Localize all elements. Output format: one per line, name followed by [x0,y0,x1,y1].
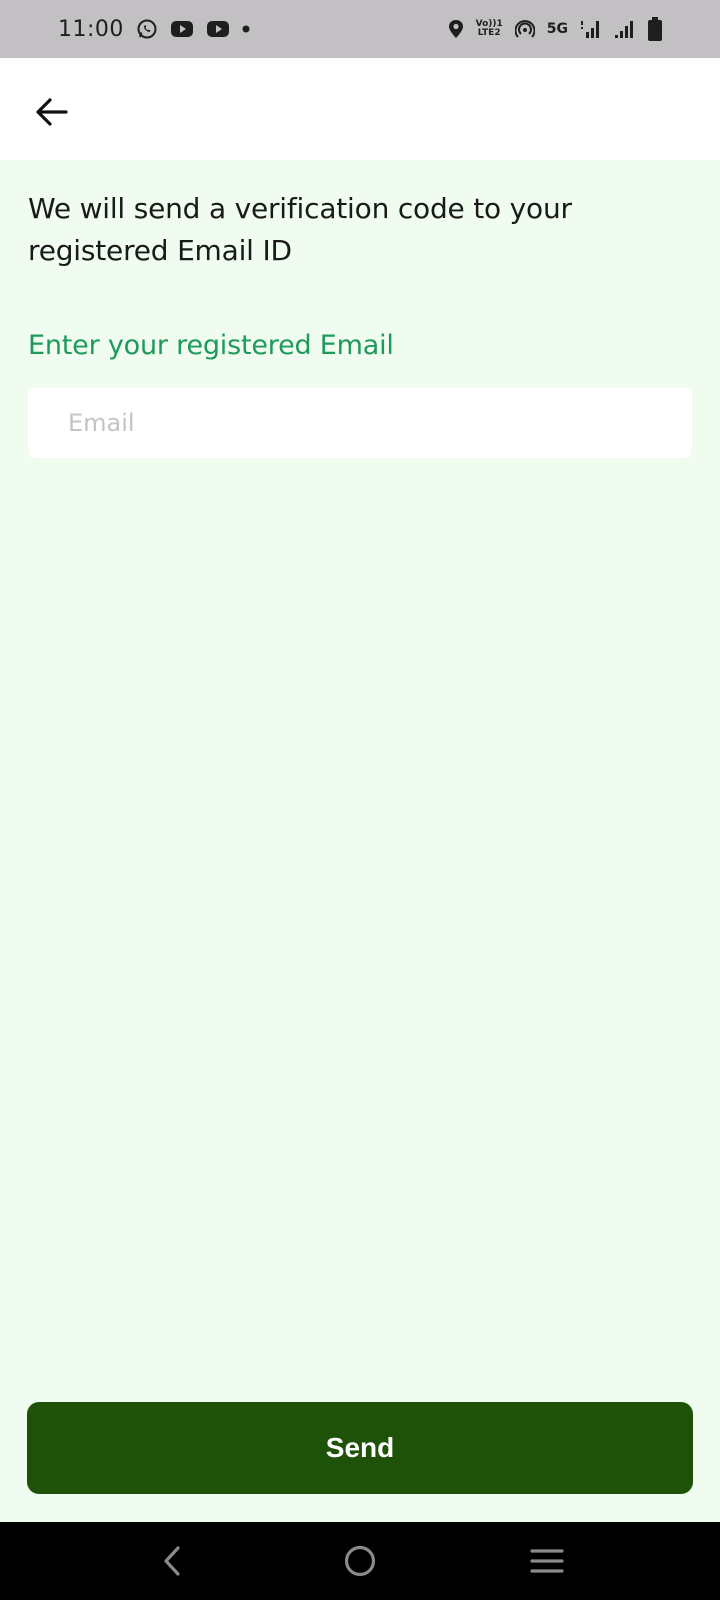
nav-back-icon [164,1546,180,1576]
dot-icon [242,25,250,33]
volte-bottom-text: LTE2 [477,28,501,38]
youtube-icon [206,20,230,38]
system-nav-bar [0,1522,720,1600]
network-type: 5G [546,21,568,37]
nav-back-button[interactable] [143,1531,203,1591]
youtube-icon [170,20,194,38]
send-button[interactable]: Send [27,1402,693,1494]
description-text: We will send a verification code to your… [28,192,572,267]
back-button[interactable] [28,88,76,136]
status-time: 11:00 [58,16,124,42]
whatsapp-icon [136,18,158,40]
status-right: Vo))1 LTE2 5G [448,17,662,41]
main-content: We will send a verification code to your… [0,160,720,1522]
nav-home-icon [344,1545,376,1577]
signal-icon [580,19,602,39]
hotspot-icon [514,19,535,39]
location-icon [448,19,464,39]
email-label: Enter your registered Email [28,330,394,361]
nav-home-button[interactable] [330,1531,390,1591]
volte-icon: Vo))1 LTE2 [476,20,503,38]
status-left: 11:00 [58,17,250,42]
email-input[interactable] [28,388,692,458]
battery-icon [648,17,662,41]
nav-menu-button[interactable] [517,1531,577,1591]
arrow-left-icon [36,98,68,126]
status-bar: 11:00 Vo))1 LTE2 5G [0,0,720,58]
app-header [0,58,720,160]
nav-menu-icon [530,1549,564,1573]
signal-icon [614,19,636,39]
